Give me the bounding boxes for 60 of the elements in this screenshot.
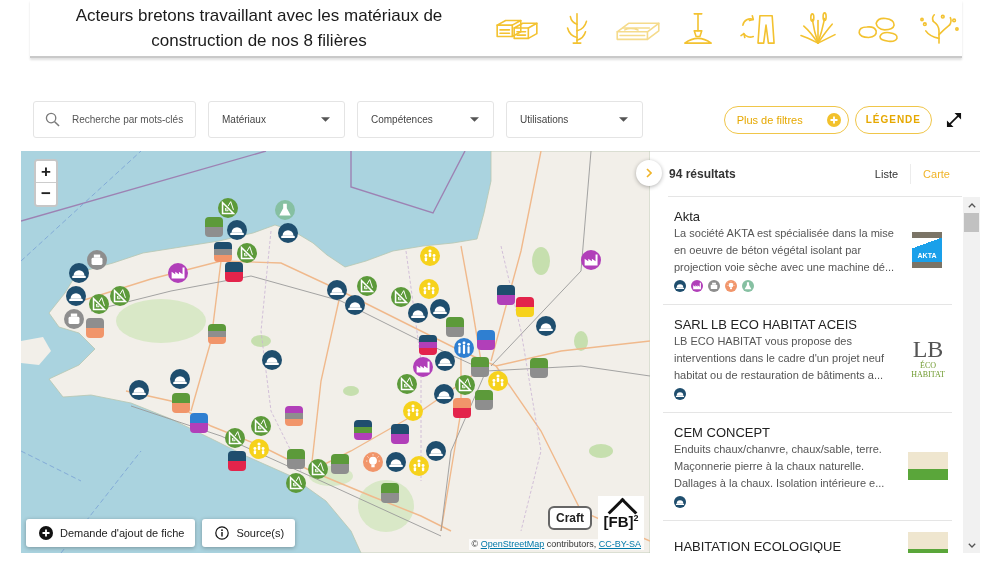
- striped-marker-icon[interactable]: [287, 449, 305, 469]
- page-title: Acteurs bretons travaillant avec les matériaux de construction de nos 8 filières: [74, 5, 444, 52]
- result-title[interactable]: CEM CONCEPT: [674, 424, 906, 441]
- expand-icon[interactable]: [946, 111, 962, 128]
- scrollbar-thumb[interactable]: [964, 213, 979, 232]
- map-attribution: © OpenStreetMap contributors, CC-BY-SA: [468, 539, 644, 550]
- fb-logo: [FB]$^{2}$: [598, 496, 644, 540]
- striped-marker-icon[interactable]: [516, 297, 534, 317]
- add-sheet-button[interactable]: Demande d'ajout de fiche: [26, 519, 196, 547]
- result-description: LB ECO HABITAT vous propose des interventions dans le cadre d'un projet neuf habitat ou de restauration de bâtiments a...: [674, 334, 885, 383]
- scrollbar-track[interactable]: [963, 197, 980, 553]
- info-icon: [215, 526, 230, 540]
- striped-marker-icon[interactable]: [190, 413, 208, 433]
- striped-marker-icon[interactable]: [86, 318, 104, 338]
- caret-icon: [619, 117, 628, 122]
- filter-dropdown[interactable]: Matériaux: [208, 101, 345, 138]
- attribution-link[interactable]: OpenStreetMap: [480, 539, 545, 549]
- striped-marker-icon[interactable]: [214, 242, 232, 262]
- result-title[interactable]: Akta: [674, 208, 906, 225]
- striped-marker-icon[interactable]: [285, 406, 303, 426]
- striped-marker-icon[interactable]: [471, 357, 489, 377]
- filter-dropdown[interactable]: Compétences: [357, 101, 494, 138]
- striped-marker-icon[interactable]: [205, 217, 223, 237]
- attribution-link[interactable]: CC-BY-SA: [598, 539, 641, 549]
- striped-marker-icon[interactable]: [331, 454, 349, 474]
- search-icon: [45, 112, 60, 127]
- results-count: 94 résultats: [669, 167, 736, 181]
- striped-marker-icon[interactable]: [172, 393, 190, 413]
- striped-marker-icon[interactable]: [530, 358, 548, 378]
- striped-marker-icon[interactable]: [419, 335, 437, 355]
- striped-marker-icon[interactable]: [228, 451, 246, 471]
- filter-dropdown[interactable]: Utilisations: [506, 101, 643, 138]
- striped-marker-icon[interactable]: [475, 390, 493, 410]
- striped-marker-icon[interactable]: [391, 424, 409, 444]
- plus-circle-icon: [826, 112, 841, 127]
- striped-marker-icon[interactable]: [208, 324, 226, 344]
- craft-logo: Craft: [548, 506, 592, 530]
- result-title[interactable]: HABITATION ECOLOGIQUE: [674, 537, 906, 553]
- sources-button[interactable]: Source(s): [202, 519, 296, 547]
- chevron-right-icon: [646, 168, 652, 178]
- striped-marker-icon[interactable]: [453, 398, 471, 418]
- result-description: Enduits chaux/chanvre, chaux/sable, terre. Maçonnerie pierre à la chaux naturelle. Dallages à la chaux. Isolation intérieure e...: [674, 442, 886, 491]
- striped-marker-icon[interactable]: [497, 285, 515, 305]
- striped-marker-icon[interactable]: [381, 483, 399, 503]
- striped-marker-icon[interactable]: [354, 420, 372, 440]
- plus-circle-icon: [39, 526, 53, 540]
- caret-icon: [470, 117, 479, 122]
- logo-subtitle: ÉCO HABITAT: [910, 361, 946, 379]
- logo-image-placeholder: [908, 452, 948, 480]
- result-description: La société AKTA est spécialisée dans la mise en oeuvre de béton végétal isolant par projection voie sèche avec une machine dé...: [674, 226, 896, 275]
- search-field[interactable]: Recherche par mots-clés: [33, 101, 196, 138]
- caret-icon: [321, 117, 330, 122]
- zoom-in-button[interactable]: +: [36, 161, 56, 183]
- striped-marker-icon[interactable]: [477, 330, 495, 350]
- logo-image-placeholder: [908, 532, 948, 553]
- logo-initials: LB: [912, 337, 944, 361]
- striped-marker-icon[interactable]: [225, 262, 243, 282]
- result-title[interactable]: SARL LB ECO HABITAT ACEIS: [674, 316, 906, 333]
- striped-marker-icon[interactable]: [446, 317, 464, 337]
- view-tab[interactable]: Liste: [874, 168, 899, 180]
